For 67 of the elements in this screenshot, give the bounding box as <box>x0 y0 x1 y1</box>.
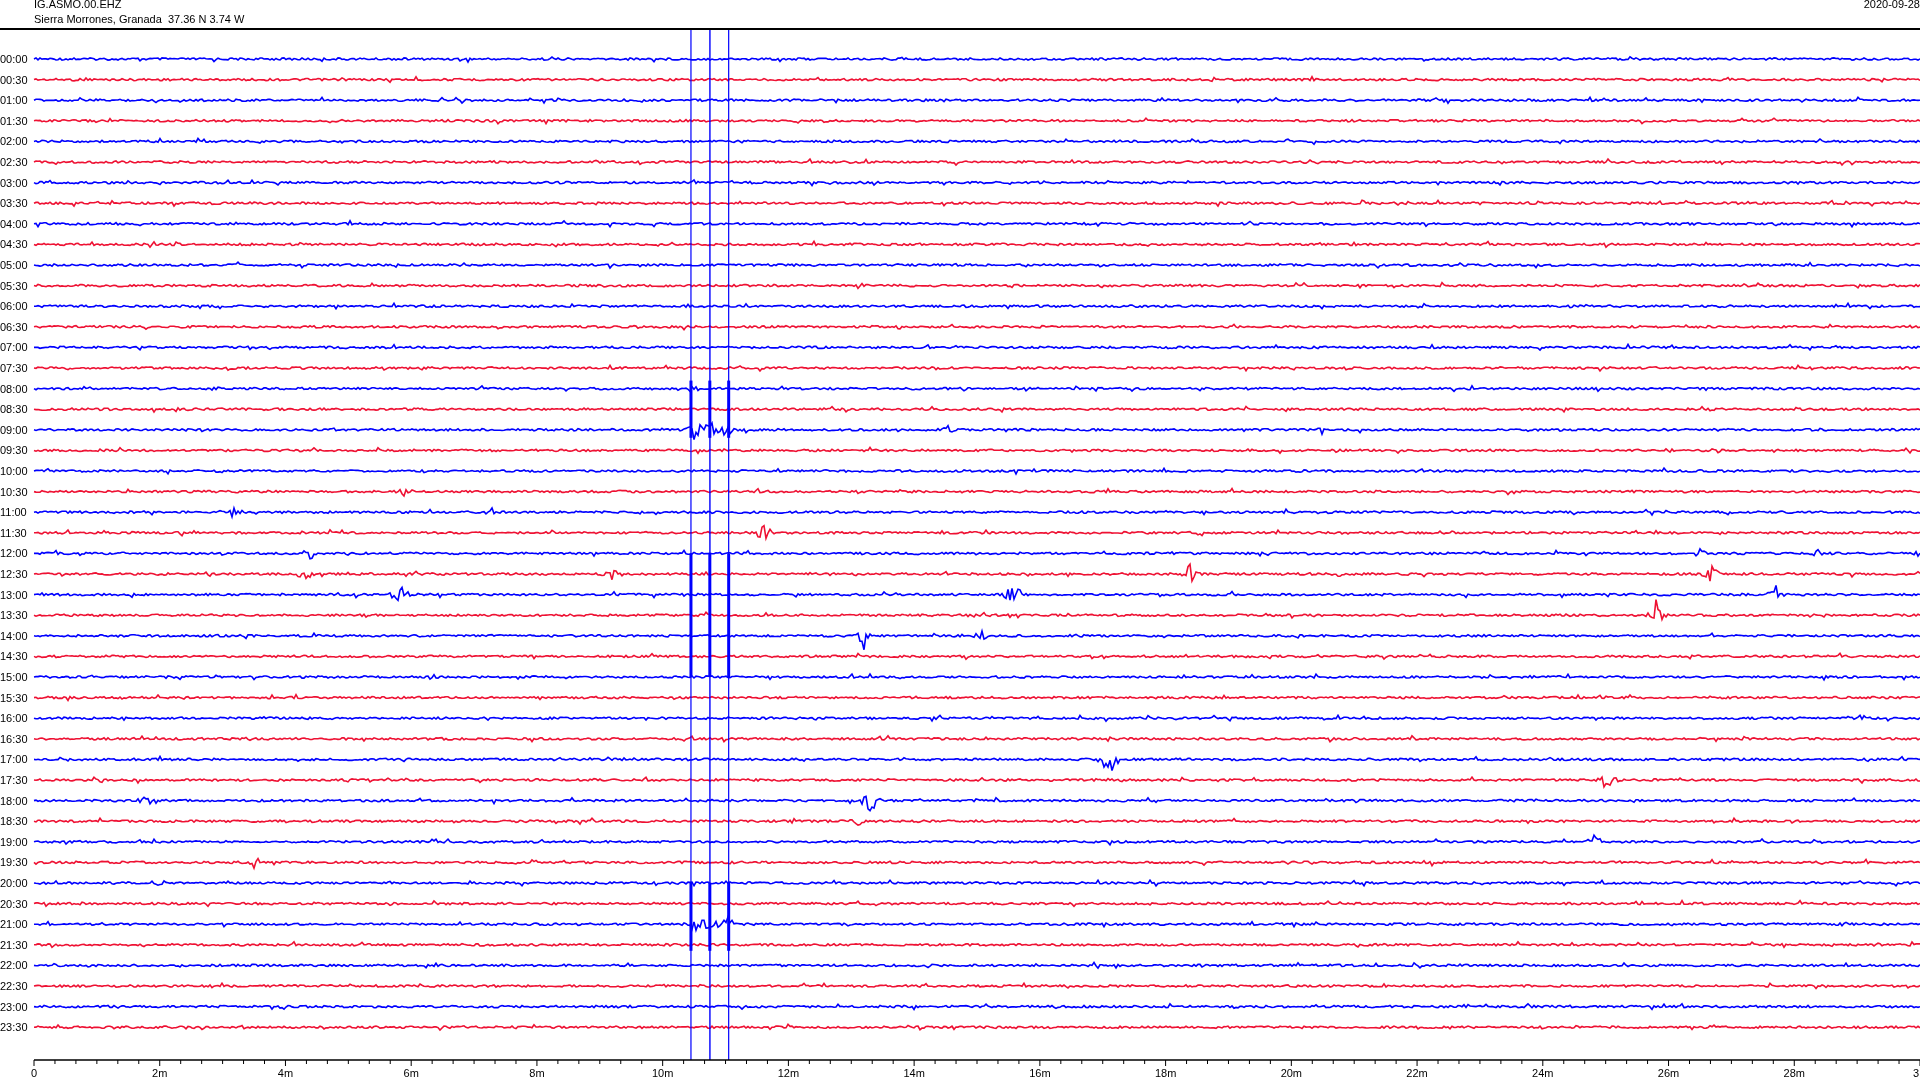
time-label: 01:00 <box>0 94 28 107</box>
time-label: 17:00 <box>0 753 28 766</box>
time-label: 10:30 <box>0 485 28 498</box>
time-label: 19:30 <box>0 856 28 869</box>
time-label: 20:30 <box>0 897 28 910</box>
time-label: 10:00 <box>0 465 28 477</box>
station-code: IG.ASMO.00.EHZ <box>34 0 122 11</box>
time-label: 01:30 <box>0 114 28 127</box>
axis-tick-label: 20m <box>1280 1067 1303 1078</box>
time-label: 00:00 <box>0 53 28 65</box>
axis-tick-label: 2m <box>152 1067 168 1078</box>
axis-tick-label: 24m <box>1532 1067 1554 1078</box>
time-label: 14:00 <box>0 629 28 642</box>
time-label: 07:00 <box>0 341 28 354</box>
axis-tick-label: 0 <box>30 1067 38 1078</box>
axis-tick-label: 16m <box>1029 1067 1051 1078</box>
time-label: 13:00 <box>0 588 28 601</box>
time-label: 23:30 <box>0 1021 28 1034</box>
axis-tick-label: 28m <box>1783 1067 1805 1078</box>
time-label: 11:30 <box>0 526 27 539</box>
time-label: 17:30 <box>0 774 28 786</box>
time-label: 04:30 <box>0 238 28 251</box>
time-label: 07:30 <box>0 362 28 374</box>
time-label: 22:00 <box>0 959 28 972</box>
time-label: 18:00 <box>0 794 28 807</box>
time-label: 05:30 <box>0 279 28 292</box>
time-label: 08:30 <box>0 403 28 416</box>
time-label: 06:30 <box>0 320 28 333</box>
time-label: 16:00 <box>0 712 28 725</box>
date-label: 2020-09-28 <box>1863 0 1920 11</box>
time-label: 00:30 <box>0 73 28 86</box>
time-label: 02:00 <box>0 135 28 148</box>
station-location: Sierra Morrones, Granada 37.36 N 3.74 W <box>34 13 245 26</box>
time-label: 16:30 <box>0 732 28 745</box>
time-label: 19:00 <box>0 835 28 848</box>
axis-tick-label: 4m <box>277 1067 294 1078</box>
time-label: 21:30 <box>0 938 28 951</box>
axis-tick-label: 8m <box>529 1067 545 1078</box>
time-label: 02:30 <box>0 156 28 168</box>
time-label: 12:00 <box>0 547 28 560</box>
axis-tick-label: 12m <box>777 1067 800 1078</box>
axis-tick-label: 10m <box>651 1067 674 1078</box>
time-label: 09:30 <box>0 444 28 457</box>
time-label: 18:30 <box>0 815 28 828</box>
time-label: 20:00 <box>0 877 28 889</box>
axis-tick-label: 26m <box>1657 1067 1680 1078</box>
time-label: 09:00 <box>0 423 28 436</box>
time-label: 03:30 <box>0 197 28 210</box>
time-label: 11:00 <box>0 506 27 519</box>
time-label: 14:30 <box>0 650 28 663</box>
axis-tick-label: 18m <box>1154 1067 1177 1078</box>
time-label: 12:30 <box>0 568 28 580</box>
time-label: 23:00 <box>0 1000 28 1013</box>
axis-tick-label: 3 <box>1913 1067 1920 1078</box>
time-label: 04:00 <box>0 217 28 230</box>
time-label: 15:30 <box>0 691 28 704</box>
axis-tick-label: 22m <box>1406 1067 1428 1078</box>
time-label: 05:00 <box>0 259 28 271</box>
time-label: 15:00 <box>0 671 28 683</box>
axis-tick-label: 6m <box>403 1067 419 1078</box>
axis-tick-label: 14m <box>903 1067 925 1078</box>
time-label: 22:30 <box>0 980 28 992</box>
time-label: 08:00 <box>0 382 28 395</box>
time-label: 21:00 <box>0 918 28 931</box>
time-label: 06:00 <box>0 300 28 313</box>
time-label: 03:00 <box>0 176 28 189</box>
time-label: 13:30 <box>0 609 28 622</box>
